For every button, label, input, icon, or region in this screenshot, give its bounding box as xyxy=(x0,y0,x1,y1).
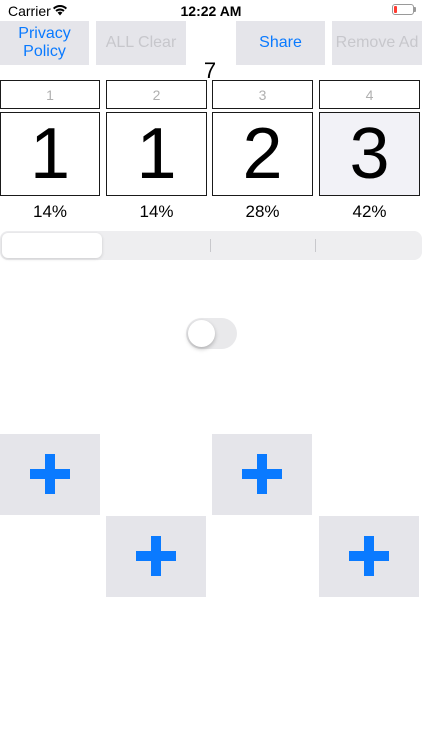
remove-ad-button[interactable]: Remove Ad xyxy=(332,21,422,65)
column-label-2: 2 xyxy=(106,80,207,109)
segment-divider xyxy=(210,239,211,252)
plus-icon xyxy=(242,454,282,494)
column-count-4[interactable]: 3 xyxy=(319,112,420,196)
privacy-policy-button[interactable]: Privacy Policy xyxy=(0,21,89,65)
plus-icon xyxy=(30,454,70,494)
add-column-2-button[interactable] xyxy=(106,516,206,597)
column-percent-1: 14% xyxy=(32,202,68,221)
column-label-1: 1 xyxy=(0,80,100,109)
mode-toggle[interactable] xyxy=(186,318,237,349)
column-label-4: 4 xyxy=(319,80,420,109)
battery-level xyxy=(394,6,397,13)
battery-tip xyxy=(414,7,416,12)
add-column-4-button[interactable] xyxy=(319,516,419,597)
toggle-knob xyxy=(188,320,215,347)
battery-icon xyxy=(392,4,414,15)
column-label-3: 3 xyxy=(212,80,313,109)
plus-icon xyxy=(136,536,176,576)
all-clear-button[interactable]: ALL Clear xyxy=(96,21,186,65)
status-bar: Carrier 12:22 AM xyxy=(0,0,422,22)
app-screen: Carrier 12:22 AM Privacy Policy ALL Clea… xyxy=(0,0,422,750)
segment-divider xyxy=(315,239,316,252)
share-button[interactable]: Share xyxy=(236,21,325,65)
column-count-1[interactable]: 1 xyxy=(0,112,100,196)
column-percent-4: 42% xyxy=(352,202,387,221)
add-column-1-button[interactable] xyxy=(0,434,100,515)
column-percent-2: 14% xyxy=(139,202,174,221)
segment-selected[interactable] xyxy=(2,233,102,258)
add-column-3-button[interactable] xyxy=(212,434,312,515)
column-percent-3: 28% xyxy=(245,202,280,221)
segmented-control[interactable] xyxy=(0,231,422,260)
plus-icon xyxy=(349,536,389,576)
column-count-2[interactable]: 1 xyxy=(106,112,207,196)
column-count-3[interactable]: 2 xyxy=(212,112,313,196)
clock-time: 12:22 AM xyxy=(180,3,242,19)
